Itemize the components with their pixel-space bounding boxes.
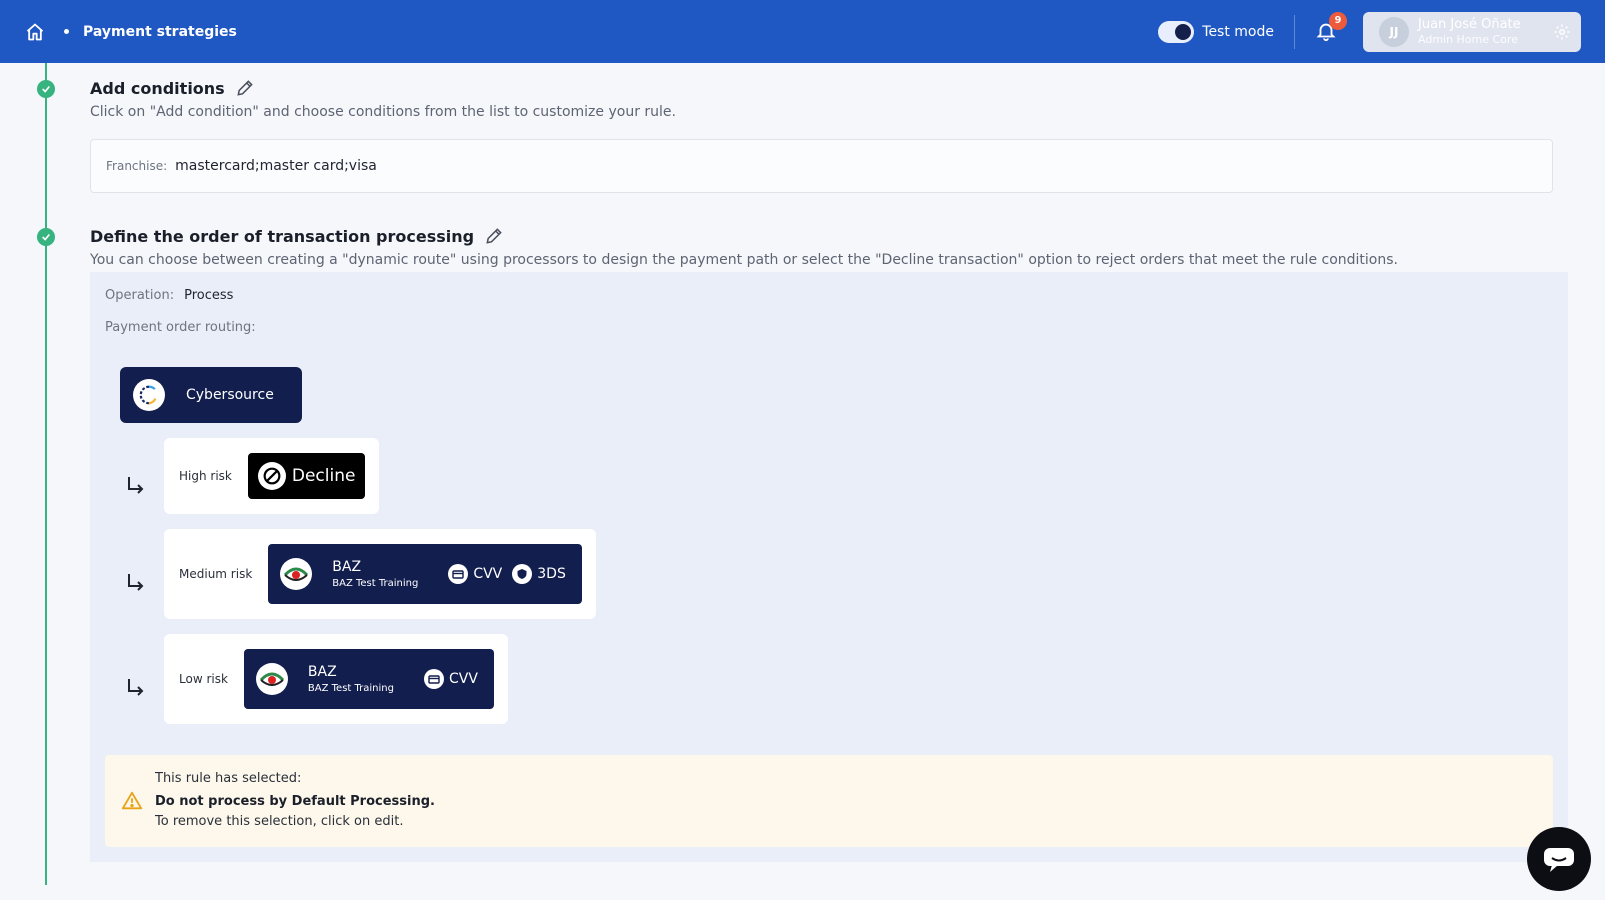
decline-circle-icon [257, 462, 286, 490]
test-mode-label: Test mode [1202, 23, 1274, 40]
processor-name: BAZ [332, 559, 362, 576]
processor-card-baz: BAZ BAZ Test Training CVV [243, 649, 494, 709]
risk-card-medium: Medium risk BAZ BAZ Test Training CVV 3D… [164, 529, 596, 619]
condition-value: mastercard;master card;visa [175, 158, 377, 174]
3ds-tag: 3DS [512, 564, 566, 584]
condition-franchise: Franchise: mastercard;master card;visa [90, 139, 1553, 193]
step-complete-check-icon [37, 80, 55, 98]
edit-pencil-icon[interactable] [235, 78, 255, 98]
processor-subtitle: BAZ Test Training [307, 682, 394, 694]
warning-icon [121, 791, 143, 810]
shield-icon [512, 564, 533, 584]
risk-card-high: High risk Decline [164, 438, 380, 514]
routing-panel: Operation: Process Payment order routing:… [90, 272, 1568, 862]
gear-icon[interactable] [1553, 23, 1571, 41]
decline-action: Decline [247, 453, 366, 499]
edit-pencil-icon[interactable] [484, 226, 504, 246]
step-complete-check-icon [37, 228, 55, 246]
branch-arrow-icon [128, 477, 144, 494]
chat-bubble-icon [1544, 848, 1574, 872]
risk-label: Medium risk [179, 567, 253, 581]
alert-line-2: Do not process by Default Processing. [155, 794, 435, 809]
user-menu[interactable]: JJ Juan José Oñate Admin Home Core [1363, 11, 1581, 52]
operation-row: Operation: Process [105, 288, 234, 303]
risk-card-low: Low risk BAZ BAZ Test Training CVV [164, 634, 508, 724]
cvv-tag: CVV [423, 669, 478, 689]
processor-card-baz: BAZ BAZ Test Training CVV 3DS [268, 544, 582, 604]
breadcrumb-current: Payment strategies [83, 23, 237, 40]
step-title-transaction-order: Define the order of transaction processi… [90, 226, 504, 246]
cvv-tag: CVV [448, 564, 502, 584]
test-mode-toggle[interactable] [1158, 20, 1195, 43]
risk-label: Low risk [179, 672, 228, 686]
top-bar: Payment strategies Test mode 9 JJ Juan J… [0, 0, 1605, 63]
step-description: Click on "Add condition" and choose cond… [90, 104, 676, 120]
processor-name: Cybersource [186, 387, 274, 403]
notifications-button[interactable]: 9 [1315, 11, 1347, 44]
step-description: You can choose between creating a "dynam… [90, 252, 1398, 268]
operation-value: Process [184, 288, 234, 303]
cybersource-logo-icon [133, 379, 165, 411]
breadcrumb-separator [64, 29, 69, 34]
baz-logo-icon [255, 663, 288, 695]
user-role: Admin Home Core [1418, 32, 1518, 46]
condition-label: Franchise: [106, 159, 168, 173]
routing-label: Payment order routing: [105, 320, 256, 335]
chat-widget-button[interactable] [1527, 827, 1591, 891]
baz-logo-icon [280, 558, 313, 590]
avatar: JJ [1379, 16, 1409, 47]
branch-arrow-icon [128, 679, 144, 696]
card-icon [448, 564, 469, 584]
processor-name: BAZ [307, 664, 337, 681]
home-icon[interactable] [24, 21, 46, 43]
processor-subtitle: BAZ Test Training [332, 577, 419, 589]
default-processing-alert: This rule has selected: Do not process b… [105, 755, 1553, 847]
card-icon [423, 669, 444, 689]
header-divider [1294, 14, 1295, 49]
user-name: Juan José Oñate [1418, 17, 1521, 33]
timeline-line [45, 63, 47, 885]
branch-arrow-icon [128, 574, 144, 591]
alert-line-3: To remove this selection, click on edit. [155, 814, 404, 829]
risk-label: High risk [179, 469, 232, 483]
alert-line-1: This rule has selected: [155, 771, 302, 786]
notifications-badge: 9 [1329, 11, 1347, 30]
step-title-add-conditions: Add conditions [90, 78, 255, 98]
processor-card-cybersource: Cybersource [120, 367, 302, 423]
